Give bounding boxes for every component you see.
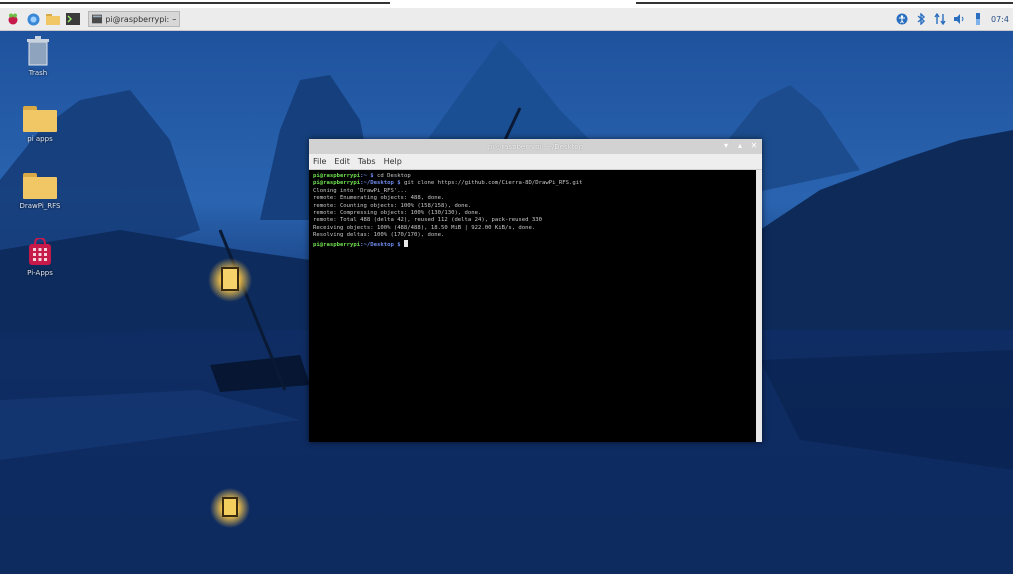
terminal-menubar: File Edit Tabs Help: [309, 154, 762, 170]
terminal-line: remote: Enumerating objects: 488, done.: [313, 195, 445, 202]
desktop-icon-label: Pi-Apps: [27, 269, 53, 277]
terminal-launcher-icon[interactable]: [66, 12, 80, 26]
taskbar: pi@raspberrypi: ~/D 07:49: [0, 8, 1013, 31]
terminal-line: Cloning into 'DrawPi_RFS'...: [313, 187, 408, 194]
terminal-line: pi@raspberrypi:~/Desktop $ git clone htt…: [313, 180, 752, 187]
menu-edit[interactable]: Edit: [334, 157, 350, 166]
pi-apps-icon: [29, 238, 51, 265]
folder-icon: [23, 106, 57, 132]
prompt-user: pi@raspberrypi: [313, 173, 361, 179]
terminal-line: Resolving deltas: 100% (170/170), done.: [313, 232, 445, 239]
terminal-line: Receiving objects: 100% (488/488), 18.50…: [313, 224, 536, 231]
desktop-icon-pi-apps-folder[interactable]: pi apps: [10, 106, 70, 143]
prompt-path: :~/Desktop $: [360, 241, 401, 248]
command-text: cd Desktop: [373, 173, 411, 179]
command-text: git clone https://github.com/Cierra-8D/D…: [400, 180, 583, 187]
text-cursor: [403, 239, 408, 247]
menu-file[interactable]: File: [313, 157, 326, 166]
menu-tabs[interactable]: Tabs: [358, 157, 376, 166]
prompt-user: pi@raspberrypi: [313, 241, 361, 248]
desktop-icon-label: DrawPi_RFS: [19, 202, 61, 210]
prompt-user: pi@raspberrypi: [313, 180, 361, 187]
terminal-output[interactable]: pi@raspberrypi:~ $ cd Desktop pi@raspber…: [309, 170, 756, 442]
terminal-titlebar[interactable]: pi@raspberrypi: ~/Desktop ▾ ▴ ✕: [309, 139, 762, 154]
accessibility-icon[interactable]: [896, 13, 908, 25]
clock[interactable]: 07:49: [991, 15, 1009, 24]
top-edge-line-left: [0, 2, 390, 4]
terminal-line: remote: Compressing objects: 100% (130/1…: [313, 210, 482, 217]
desktop-icon-pi-apps[interactable]: Pi-Apps: [10, 238, 70, 277]
web-browser-icon[interactable]: [26, 12, 40, 26]
trash-icon: [27, 36, 49, 66]
desktop-icon-label: Trash: [28, 69, 48, 77]
desktop-icon-trash[interactable]: Trash: [8, 36, 68, 77]
terminal-line: remote: Total 488 (delta 42), reused 112…: [313, 217, 543, 224]
close-icon[interactable]: ✕: [750, 141, 758, 150]
raspberry-menu-icon[interactable]: [6, 12, 20, 26]
maximize-icon[interactable]: ▴: [736, 141, 744, 150]
top-edge-line-right: [636, 2, 1013, 4]
terminal-line: pi@raspberrypi:~ $ cd Desktop: [313, 173, 752, 180]
cpu-monitor-icon[interactable]: [972, 13, 984, 25]
prompt-path: :~ $: [360, 173, 374, 179]
network-icon[interactable]: [934, 13, 946, 25]
desktop-icon-label: pi apps: [27, 135, 53, 143]
prompt-path: :~/Desktop $: [360, 180, 401, 187]
terminal-title: pi@raspberrypi: ~/Desktop: [487, 142, 584, 151]
window-controls: ▾ ▴ ✕: [722, 141, 758, 150]
screen-top-edge: [0, 0, 1013, 8]
menu-help[interactable]: Help: [384, 157, 402, 166]
taskbar-window-button[interactable]: pi@raspberrypi: ~/D: [88, 11, 180, 27]
file-manager-icon[interactable]: [46, 12, 60, 26]
terminal-line: pi@raspberrypi:~/Desktop $: [313, 239, 752, 249]
folder-icon: [23, 173, 57, 199]
volume-icon[interactable]: [953, 13, 965, 25]
terminal-window[interactable]: pi@raspberrypi: ~/Desktop ▾ ▴ ✕ File Edi…: [309, 139, 762, 442]
minimize-icon[interactable]: ▾: [722, 141, 730, 150]
desktop[interactable]: pi@raspberrypi: ~/D 07:49: [0, 0, 1013, 574]
system-tray: 07:49: [896, 13, 1013, 25]
terminal-line: remote: Counting objects: 100% (158/158)…: [313, 202, 472, 209]
bluetooth-icon[interactable]: [915, 13, 927, 25]
terminal-scrollbar[interactable]: [756, 170, 762, 442]
taskbar-window-title: pi@raspberrypi: ~/D: [105, 14, 176, 24]
desktop-icon-drawpi-folder[interactable]: DrawPi_RFS: [10, 173, 70, 210]
terminal-window-icon: [92, 14, 103, 24]
